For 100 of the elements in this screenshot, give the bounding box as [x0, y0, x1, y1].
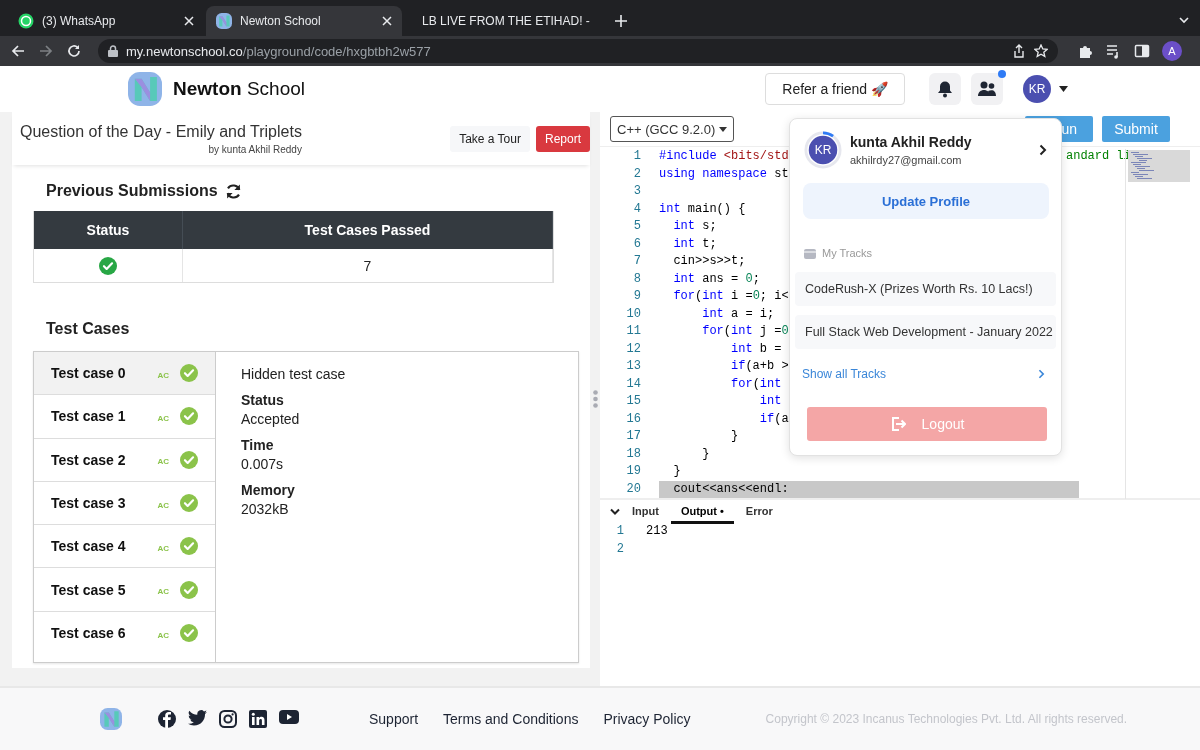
drag-handle-icon[interactable] — [592, 390, 598, 408]
console-tab[interactable]: Input — [622, 500, 669, 524]
avatar-initials: KR — [814, 143, 832, 157]
close-icon[interactable] — [382, 16, 392, 26]
track-item[interactable]: CodeRush-X (Prizes Worth Rs. 10 Lacs!) — [795, 272, 1056, 306]
footer-link[interactable]: Support — [369, 711, 419, 727]
test-case-tab[interactable]: Test case 2 AC — [34, 438, 215, 482]
line-number: 4 — [632, 200, 641, 218]
section-label: My Tracks — [822, 247, 873, 259]
code-line: for(int j =0 — [701, 323, 789, 340]
line-number: 9 — [632, 288, 641, 305]
footer-link[interactable]: Terms and Conditions — [443, 711, 579, 727]
update-profile-button[interactable]: Update Profile — [803, 183, 1049, 219]
field-label: Status — [241, 392, 285, 408]
caret-down-icon[interactable] — [1059, 86, 1068, 92]
youtube-icon[interactable] — [279, 710, 299, 724]
console-tab[interactable]: Error — [735, 500, 783, 524]
chevron-right-icon[interactable] — [1039, 144, 1047, 156]
line-number: 19 — [625, 463, 641, 480]
code-line: #include <bits/std — [659, 148, 789, 165]
language-select[interactable]: C++ (GCC 9.2.0) — [610, 116, 735, 142]
code-line: } — [701, 445, 710, 463]
code-line: int s; — [672, 218, 717, 235]
test-case-tab[interactable]: Test case 3 AC — [34, 481, 215, 526]
footer-link[interactable]: Privacy Policy — [603, 711, 691, 727]
user-avatar[interactable]: KR — [1023, 75, 1051, 103]
field-value: 0.007s — [241, 456, 285, 472]
profile-avatar[interactable]: A — [1162, 41, 1182, 61]
field-label: Memory — [241, 482, 296, 498]
caret-down-icon — [719, 126, 728, 132]
line-number: 5 — [632, 218, 641, 235]
chevron-down-icon[interactable] — [610, 508, 620, 516]
track-item[interactable]: Full Stack Web Development - January 2022 — [795, 315, 1056, 349]
browser-tab[interactable]: (3) WhatsApp — [8, 6, 204, 36]
line-number: 8 — [632, 270, 641, 288]
browser-tab[interactable]: Newton School — [206, 6, 402, 36]
section-title: Test Cases — [46, 320, 130, 338]
field-value: 2032kB — [241, 501, 290, 517]
lock-icon — [108, 45, 118, 57]
reload-icon[interactable] — [66, 43, 82, 59]
sidebar-icon[interactable] — [1134, 43, 1150, 59]
code-line: cin>>s>>t; — [672, 253, 746, 270]
line-number: 12 — [625, 340, 641, 358]
detail-heading: Hidden test case — [241, 366, 346, 382]
chat-icon — [18, 13, 34, 29]
plus-icon[interactable] — [614, 14, 628, 28]
linkedin-icon[interactable] — [249, 710, 267, 728]
puzzle-icon[interactable] — [1078, 43, 1094, 59]
field-label: Time — [241, 437, 275, 453]
console-tab[interactable]: Output • — [670, 500, 734, 524]
avatar-ring-drawing — [804, 131, 842, 169]
line-number: 13 — [625, 358, 641, 375]
field-value: Accepted — [241, 411, 301, 427]
exit-icon — [889, 416, 906, 432]
instagram-icon[interactable] — [219, 710, 237, 728]
tour-button[interactable]: Take a Tour — [450, 125, 530, 152]
facebook-icon[interactable] — [158, 710, 176, 728]
line-number: 16 — [625, 410, 641, 428]
bell-icon — [936, 80, 954, 98]
back-arrow-icon[interactable] — [10, 43, 26, 59]
line-number: 14 — [625, 375, 641, 393]
code-line: int a = i; — [701, 305, 775, 323]
share-icon[interactable] — [1012, 44, 1026, 58]
line-number: 10 — [625, 305, 641, 323]
line-number: 1 — [615, 524, 624, 540]
section-title: Previous Submissions — [46, 182, 218, 200]
test-case-tab[interactable]: Test case 0 AC — [34, 352, 215, 396]
code-line: if(a+b > — [730, 358, 789, 375]
code-line: int b = — [730, 340, 782, 358]
people-button[interactable] — [971, 73, 1003, 105]
line-number: 2 — [632, 165, 641, 183]
refer-button[interactable]: Refer a friend 🚀 — [765, 73, 905, 105]
line-number: 11 — [625, 323, 641, 340]
refresh-icon[interactable] — [224, 182, 242, 200]
forward-arrow-icon[interactable] — [38, 43, 54, 59]
code-line: int main() { — [659, 200, 746, 218]
line-number: 3 — [632, 183, 641, 200]
column-header: Status — [34, 211, 183, 249]
chevron-down-icon[interactable] — [1178, 14, 1190, 26]
code-line: for(int — [730, 375, 782, 393]
address-bar[interactable]: my.newtonschool.co/playground/code/hxgbtbh2w577 — [98, 39, 1058, 63]
show-all-link[interactable]: Show all Tracks — [802, 367, 1038, 381]
notification-dot — [998, 70, 1006, 78]
star-icon[interactable] — [1034, 44, 1048, 58]
twitter-icon[interactable] — [188, 710, 207, 726]
report-button[interactable]: Report — [535, 125, 590, 152]
browser-tab[interactable]: LB LIVE FROM THE ETIHAD! - — [404, 6, 600, 36]
notifications-button[interactable] — [929, 73, 961, 105]
line-number: 7 — [632, 253, 641, 270]
code-line: int — [758, 393, 782, 410]
code-line: if(a — [758, 410, 789, 428]
problem-title: Question of the Day - Emily and Triplets — [20, 122, 302, 141]
user-name: kunta Akhil Reddy — [850, 134, 973, 150]
test-case-tab[interactable]: Test case 4 AC — [34, 525, 215, 569]
logo-icon — [100, 708, 122, 730]
test-case-tab[interactable]: Test case 5 AC — [34, 568, 215, 612]
test-case-tab[interactable]: Test case 1 AC — [34, 395, 215, 439]
column-header: Test Cases Passed — [183, 211, 553, 249]
logo-icon — [128, 72, 162, 106]
close-icon[interactable] — [184, 16, 194, 26]
